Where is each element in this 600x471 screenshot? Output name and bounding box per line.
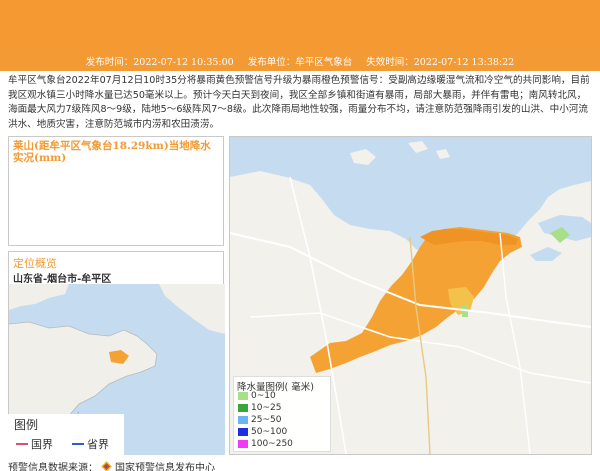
rainfall-legend-item: 10~25 xyxy=(238,403,281,413)
location-region: 山东省-烟台市-牟平区 xyxy=(13,274,112,285)
legend-provincial-border-label: 省界 xyxy=(87,438,109,451)
rainfall-legend: 降水量图例( 毫米) 0~10 10~25 25~50 50~100 100~2… xyxy=(233,376,331,452)
rainfall-swatch-icon xyxy=(238,416,248,424)
rainfall-panel-title: 莱山(距牟平区气象台18.29km)当地降水实况(mm) xyxy=(13,140,211,164)
publish-time: 发布时间：2022-07-12 10:35:00 xyxy=(85,56,234,68)
rainfall-swatch-icon xyxy=(238,392,248,400)
location-overview-title: 定位概览 xyxy=(13,257,57,270)
expire-time: 失效时间：2022-07-12 13:38:22 xyxy=(366,56,515,68)
rainfall-legend-label: 50~100 xyxy=(251,427,288,437)
legend-provincial-border: 省界 xyxy=(72,436,109,452)
legend-national-border-label: 国界 xyxy=(31,438,53,451)
rainfall-legend-item: 0~10 xyxy=(238,391,276,401)
provincial-border-line-icon xyxy=(72,443,84,445)
legend-national-border: 国界 xyxy=(16,436,53,452)
warning-description: 牟平区气象台2022年07月12日10时35分将暴雨黄色预警信号升级为暴雨橙色预… xyxy=(8,75,590,130)
rainfall-panel: 莱山(距牟平区气象台18.29km)当地降水实况(mm) xyxy=(8,136,224,246)
rainfall-swatch-icon xyxy=(238,440,248,448)
rainfall-legend-item: 100~250 xyxy=(238,439,293,449)
rainfall-legend-label: 25~50 xyxy=(251,415,282,425)
rainfall-legend-label: 0~10 xyxy=(251,391,276,401)
rainfall-legend-item: 50~100 xyxy=(238,427,287,437)
rainfall-legend-item: 25~50 xyxy=(238,415,281,425)
rainfall-legend-label: 10~25 xyxy=(251,403,282,413)
national-border-line-icon xyxy=(16,443,28,445)
rainfall-swatch-icon xyxy=(238,428,248,436)
rainfall-legend-label: 100~250 xyxy=(251,439,293,449)
map-legend: 图例 国界 省界 xyxy=(8,414,124,455)
data-source: 预警信息数据来源： 国家预警信息发布中心 xyxy=(8,459,215,471)
data-source-link[interactable]: 国家预警信息发布中心 xyxy=(115,459,215,471)
map-legend-title: 图例 xyxy=(14,418,39,432)
rainfall-swatch-icon xyxy=(238,404,248,412)
warning-info-bar: 发布时间：2022-07-12 10:35:00 发布单位：牟平区气象台 失效时… xyxy=(0,50,600,71)
publisher: 发布单位：牟平区气象台 xyxy=(247,56,353,68)
warning-center-logo-icon xyxy=(101,461,112,471)
data-source-label: 预警信息数据来源： xyxy=(8,463,98,471)
